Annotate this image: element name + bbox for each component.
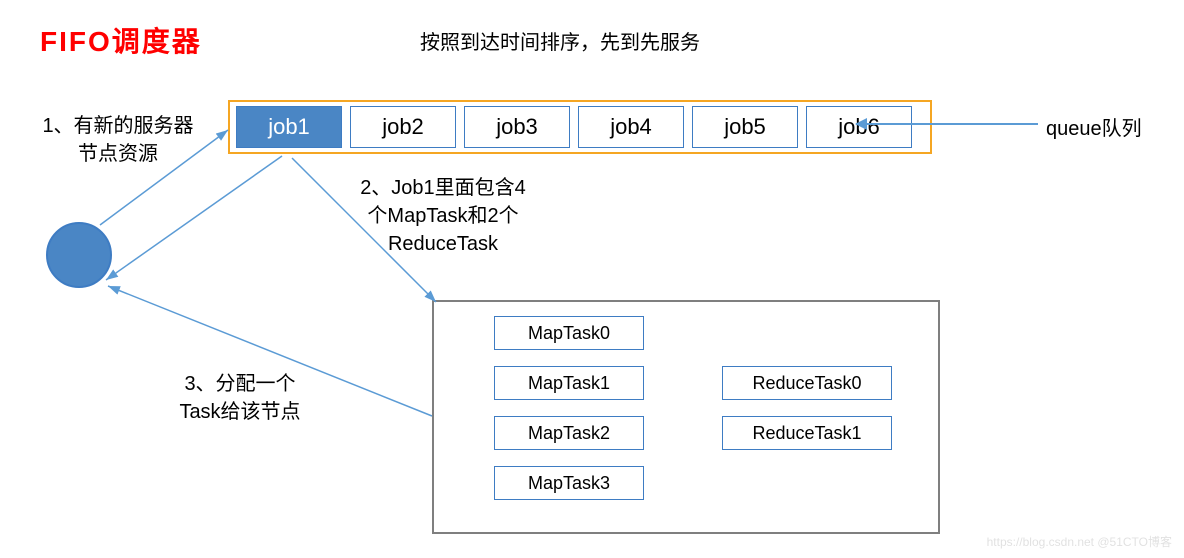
- queue-container: job1 job2 job3 job4 job5 job6: [228, 100, 932, 154]
- note-2-line-2: 个MapTask和2个: [367, 205, 518, 227]
- note-1: 1、有新的服务器 节点资源: [18, 112, 218, 168]
- note-3: 3、分配一个 Task给该节点: [140, 370, 340, 426]
- note-1-line-2: 节点资源: [78, 143, 158, 165]
- reduce-task-1: ReduceTask1: [722, 416, 892, 450]
- note-2-line-3: ReduceTask: [388, 233, 498, 255]
- server-node: [46, 222, 112, 288]
- map-task-1: MapTask1: [494, 366, 644, 400]
- note-3-line-2: Task给该节点: [179, 401, 300, 423]
- reduce-task-0: ReduceTask0: [722, 366, 892, 400]
- queue-job-4: job4: [578, 106, 684, 148]
- queue-label: queue队列: [1046, 112, 1142, 141]
- map-task-0: MapTask0: [494, 316, 644, 350]
- note-3-line-1: 3、分配一个: [184, 373, 295, 395]
- map-task-2: MapTask2: [494, 416, 644, 450]
- queue-job-5: job5: [692, 106, 798, 148]
- page-subtitle: 按照到达时间排序，先到先服务: [420, 26, 700, 55]
- queue-job-1: job1: [236, 106, 342, 148]
- page-title: FIFO调度器: [40, 20, 202, 60]
- arrow-into-queue: [856, 123, 1038, 125]
- note-2: 2、Job1里面包含4 个MapTask和2个 ReduceTask: [338, 174, 548, 258]
- task-container: MapTask0 MapTask1 MapTask2 MapTask3 Redu…: [432, 300, 940, 534]
- note-2-line-1: 2、Job1里面包含4: [360, 177, 526, 199]
- queue-job-2: job2: [350, 106, 456, 148]
- arrow-job-to-server: [106, 156, 282, 280]
- note-1-line-1: 1、有新的服务器: [42, 115, 193, 137]
- watermark: https://blog.csdn.net @51CTO博客: [987, 533, 1172, 550]
- map-task-3: MapTask3: [494, 466, 644, 500]
- queue-job-3: job3: [464, 106, 570, 148]
